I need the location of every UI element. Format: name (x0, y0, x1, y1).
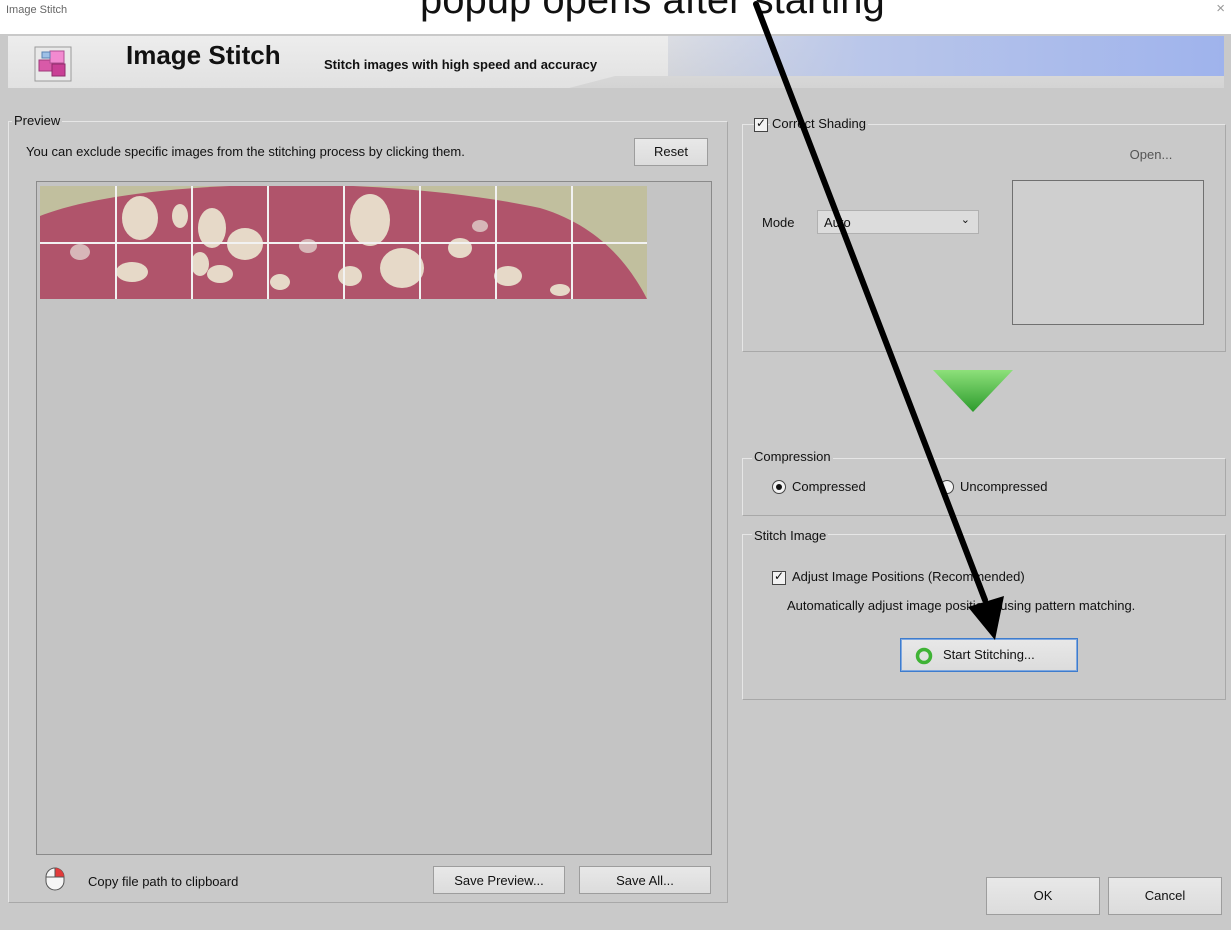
header-banner: Image Stitch Stitch images with high spe… (8, 36, 1224, 88)
preview-group-label: Preview (12, 113, 63, 128)
correct-shading-label[interactable]: Correct Shading (770, 116, 868, 131)
cancel-button[interactable]: Cancel (1108, 877, 1222, 915)
close-icon[interactable]: × (1216, 0, 1225, 17)
window-title: Image Stitch (6, 4, 68, 16)
banner-gradient (628, 36, 1224, 76)
annotation-caption-text: popup opens after starting (420, 0, 885, 22)
uncompressed-label[interactable]: Uncompressed (960, 479, 1047, 494)
compressed-radio[interactable] (772, 480, 786, 494)
uncompressed-radio[interactable] (940, 480, 954, 494)
image-stitch-logo-icon (34, 46, 72, 82)
save-preview-button[interactable]: Save Preview... (433, 866, 565, 894)
adjust-positions-checkbox[interactable]: ✓ (772, 569, 786, 585)
banner-subtitle: Stitch images with high speed and accura… (324, 57, 598, 72)
shading-reference-preview (1012, 180, 1204, 325)
image-tile-grid[interactable] (40, 186, 647, 299)
preview-instruction: You can exclude specific images from the… (26, 144, 465, 159)
adjust-positions-description: Automatically adjust image positions usi… (787, 598, 1136, 613)
ok-button[interactable]: OK (986, 877, 1100, 915)
banner-title: Image Stitch (126, 40, 281, 70)
correct-shading-checkbox[interactable]: ✓ (754, 116, 768, 132)
mouse-icon (45, 867, 65, 891)
compression-group-label: Compression (752, 449, 833, 464)
mode-select[interactable]: Auto ⌄ (817, 210, 979, 234)
mode-select-value: Auto (824, 215, 851, 230)
save-all-button[interactable]: Save All... (579, 866, 711, 894)
reset-button[interactable]: Reset (634, 138, 708, 166)
open-button[interactable]: Open... (1103, 141, 1199, 169)
copy-path-label[interactable]: Copy file path to clipboard (88, 874, 238, 889)
preview-canvas[interactable] (36, 181, 712, 855)
green-triangle-down-icon (933, 370, 1013, 412)
green-ring-icon (915, 647, 933, 665)
start-stitching-button[interactable]: Start Stitching... (900, 638, 1078, 672)
chevron-down-icon: ⌄ (960, 214, 970, 226)
start-stitching-label: Start Stitching... (943, 647, 1035, 662)
compressed-label[interactable]: Compressed (792, 479, 866, 494)
stitch-image-group-label: Stitch Image (752, 528, 829, 543)
adjust-positions-label[interactable]: Adjust Image Positions (Recommended) (792, 569, 1025, 584)
mode-label: Mode (762, 215, 795, 230)
stitch-image-group (742, 534, 1226, 700)
image-stitch-dialog: Image Stitch Stitch images with high spe… (0, 34, 1231, 930)
